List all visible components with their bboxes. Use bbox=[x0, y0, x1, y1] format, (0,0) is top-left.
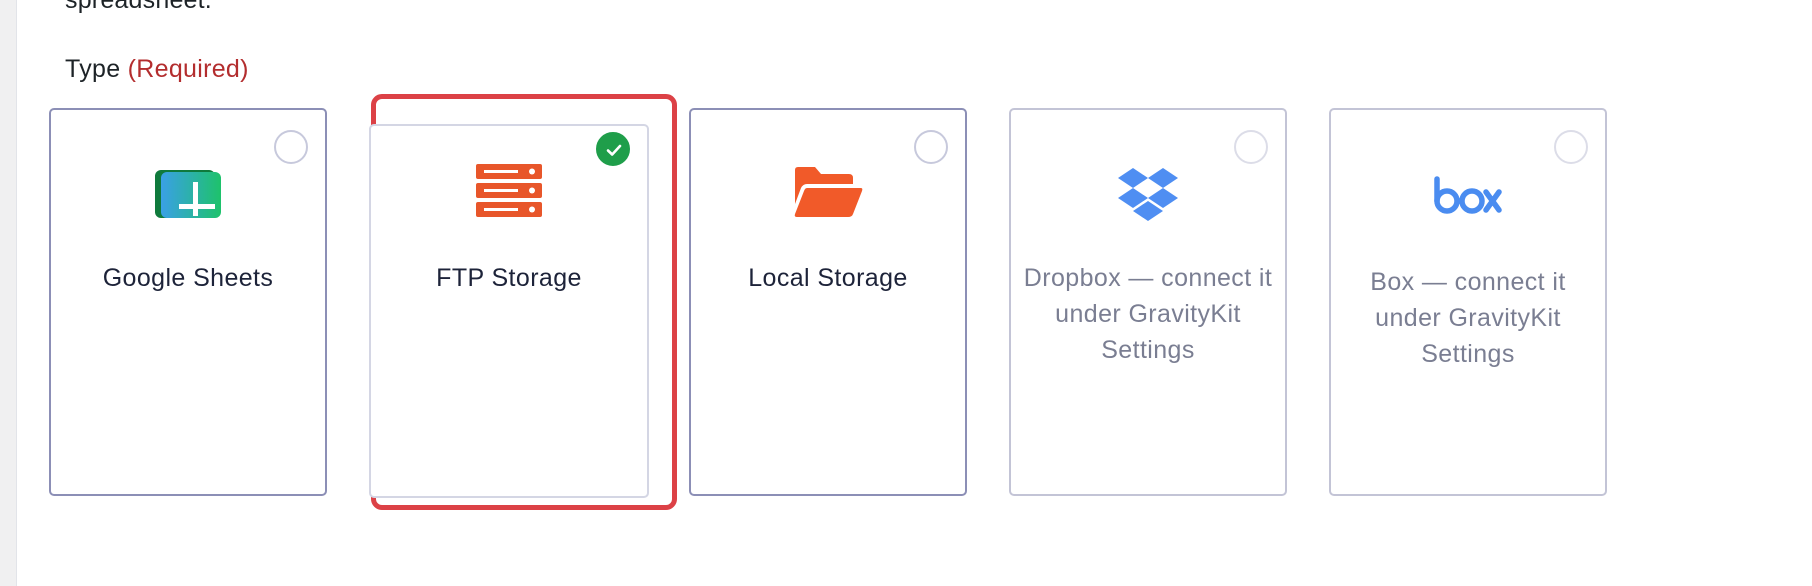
option-card-ftp-storage[interactable]: FTP Storage bbox=[369, 124, 649, 498]
option-radio[interactable] bbox=[914, 130, 948, 164]
settings-panel: spreadsheet. Type (Required) Google Shee… bbox=[16, 0, 1812, 586]
dropbox-icon bbox=[1118, 166, 1178, 227]
option-label: Google Sheets bbox=[102, 264, 274, 292]
option-card-local-storage[interactable]: Local Storage bbox=[689, 108, 967, 496]
option-radio-disabled bbox=[1234, 130, 1268, 164]
option-radio[interactable] bbox=[274, 130, 308, 164]
required-indicator: (Required) bbox=[127, 55, 249, 83]
option-label: Local Storage bbox=[748, 264, 908, 292]
option-label: FTP Storage bbox=[436, 264, 582, 292]
option-card-google-sheets[interactable]: Google Sheets bbox=[49, 108, 327, 496]
box-icon bbox=[1434, 176, 1502, 219]
option-card-box: Box — connect it under GravityKit Settin… bbox=[1329, 108, 1607, 496]
type-field-label: Type (Required) bbox=[65, 55, 249, 84]
ftp-server-icon bbox=[476, 164, 542, 223]
folder-icon bbox=[793, 166, 863, 223]
option-radio-checked[interactable] bbox=[596, 132, 630, 166]
intro-text: spreadsheet. bbox=[65, 0, 212, 14]
type-label-text: Type bbox=[65, 55, 121, 83]
option-radio-disabled bbox=[1554, 130, 1588, 164]
option-label: Box — connect it under GravityKit Settin… bbox=[1370, 268, 1566, 368]
option-label: Dropbox — connect it under GravityKit Se… bbox=[1023, 264, 1273, 364]
google-sheets-icon bbox=[155, 170, 221, 225]
checkmark-icon bbox=[606, 144, 622, 156]
option-card-dropbox: Dropbox — connect it under GravityKit Se… bbox=[1009, 108, 1287, 496]
